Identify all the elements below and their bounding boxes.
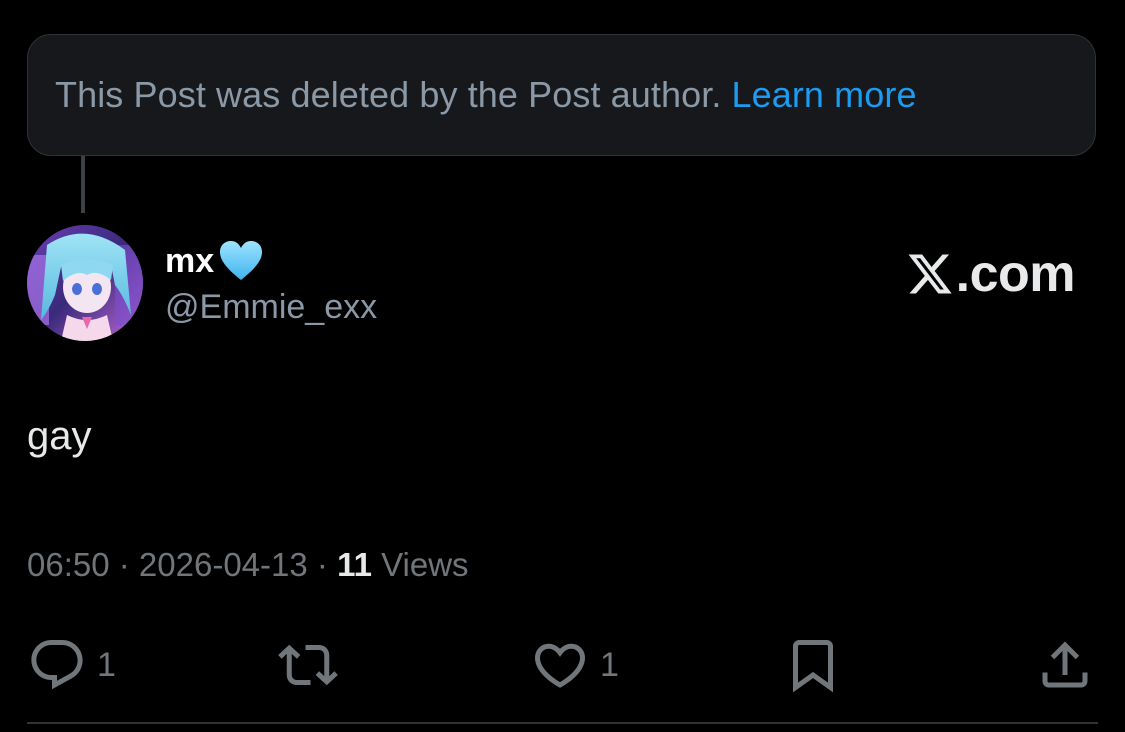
views-label[interactable]: Views — [381, 546, 468, 584]
reply-icon — [31, 640, 83, 690]
learn-more-link[interactable]: Learn more — [731, 74, 916, 116]
post-metadata: 06:50 · 2026-04-13 · 11 Views — [27, 546, 469, 584]
share-icon — [1042, 641, 1088, 688]
bottom-divider — [27, 722, 1098, 724]
repost-icon — [278, 644, 338, 686]
views-space — [372, 546, 381, 584]
thread-connector-line — [81, 156, 85, 213]
post-time[interactable]: 06:50 — [27, 546, 110, 584]
avatar[interactable] — [27, 225, 143, 341]
meta-separator-2: · — [307, 546, 338, 583]
light-blue-heart-icon — [218, 240, 264, 282]
action-bar: 1 1 — [0, 630, 1125, 700]
heart-icon — [534, 643, 586, 688]
brand-domain: .com — [955, 245, 1076, 303]
x-logo-icon — [908, 254, 952, 294]
deleted-notice-text: This Post was deleted by the Post author… — [55, 74, 722, 115]
like-button[interactable]: 1 — [530, 630, 619, 700]
author-display-name[interactable]: mx — [165, 240, 264, 282]
deleted-post-notice: This Post was deleted by the Post author… — [27, 34, 1096, 156]
share-button[interactable] — [1035, 630, 1095, 700]
x-com-brand: .com — [906, 244, 1076, 304]
like-count: 1 — [600, 645, 619, 684]
reply-button[interactable]: 1 — [27, 630, 116, 700]
repost-button[interactable] — [278, 630, 348, 700]
meta-separator: · — [109, 546, 139, 583]
bookmark-icon — [793, 640, 833, 693]
author-handle[interactable]: @Emmie_exx — [165, 288, 377, 327]
post-text: gay — [27, 414, 92, 458]
reply-count: 1 — [97, 645, 116, 684]
bookmark-button[interactable] — [783, 630, 843, 700]
post-date[interactable]: 2026-04-13 — [139, 546, 308, 584]
views-count[interactable]: 11 — [337, 546, 372, 584]
display-name-text: mx — [165, 241, 215, 280]
